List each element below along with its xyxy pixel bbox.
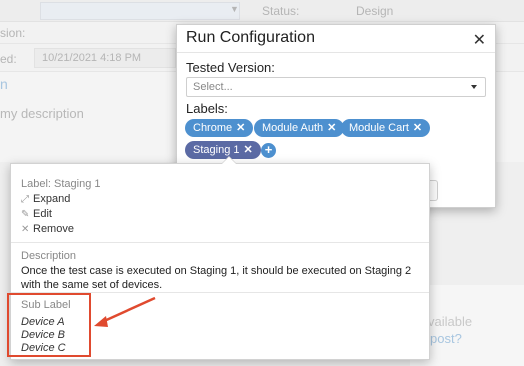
annotation-arrow-line <box>101 296 156 324</box>
annotation-arrow-head <box>94 316 108 327</box>
annotation-arrow <box>94 296 156 327</box>
